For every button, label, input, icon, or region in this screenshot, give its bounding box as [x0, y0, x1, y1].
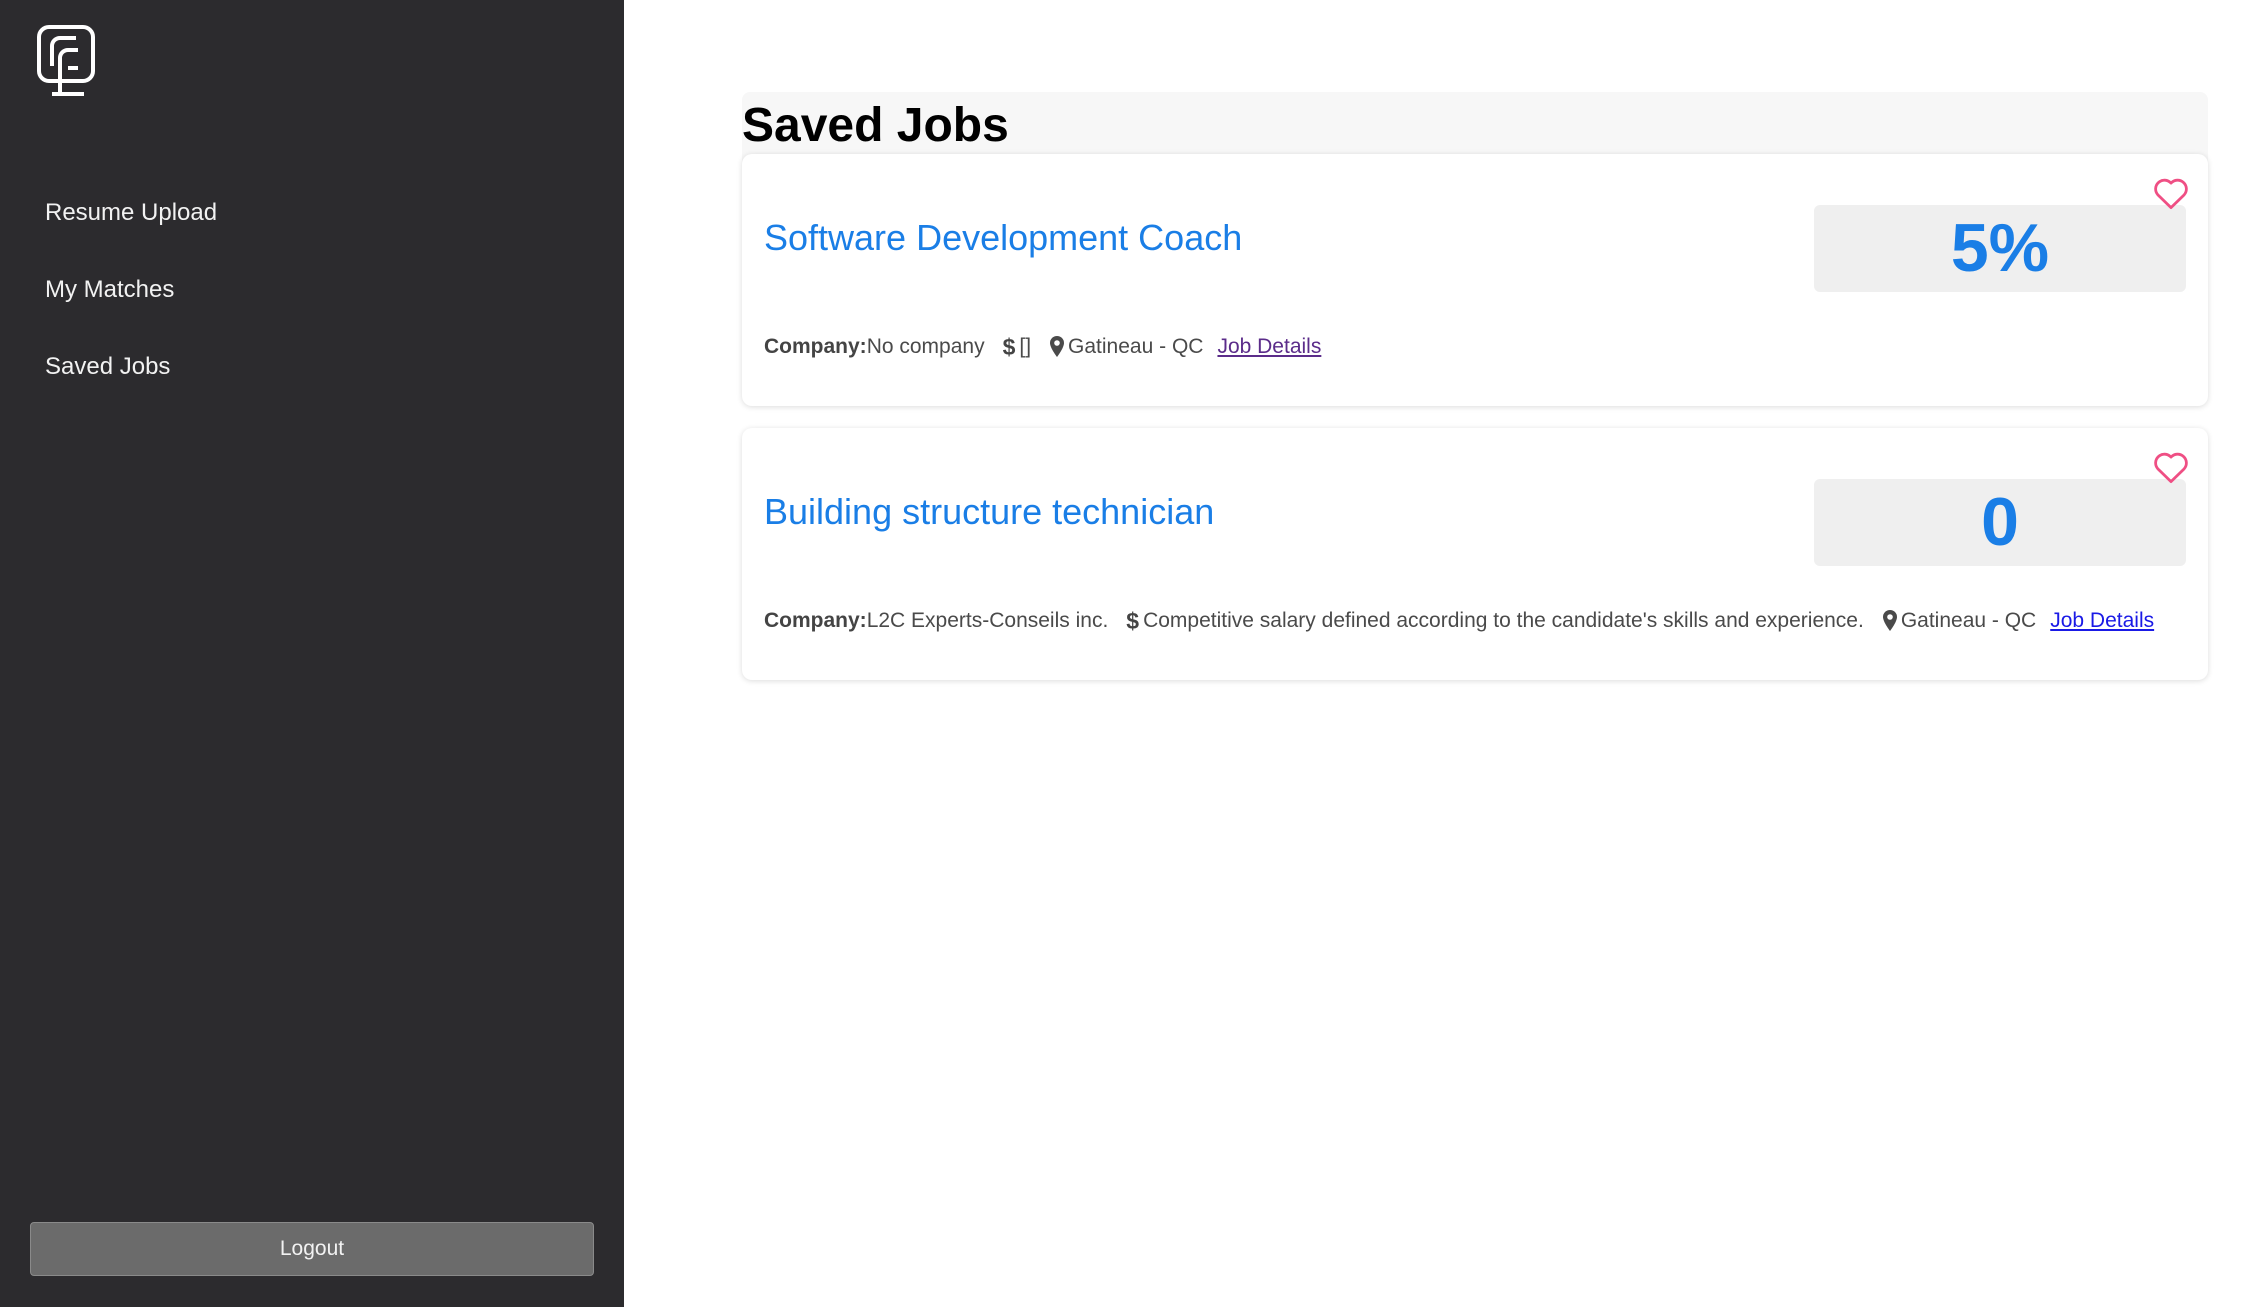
- job-card: Software Development Coach 5% Company: N…: [742, 154, 2208, 406]
- sidebar-item-my-matches[interactable]: My Matches: [45, 273, 217, 307]
- job-card: Building structure technician 0 Company:…: [742, 428, 2208, 680]
- company-label: Company:: [764, 335, 867, 358]
- page-title: Saved Jobs: [742, 99, 1009, 152]
- job-details-link[interactable]: Job Details: [2050, 606, 2154, 636]
- match-score-box: 5%: [1814, 205, 2186, 292]
- map-pin-icon: [1882, 610, 1897, 631]
- main-content: Saved Jobs Software Development Coach 5%…: [624, 0, 2252, 1307]
- sidebar-item-saved-jobs[interactable]: Saved Jobs: [45, 350, 217, 384]
- match-score-box: 0: [1814, 479, 2186, 566]
- job-meta: Company: L2C Experts-Conseils inc. $ Com…: [764, 606, 2154, 636]
- company-label: Company:: [764, 609, 867, 632]
- dollar-icon: $: [1002, 334, 1016, 360]
- sidebar-nav: Resume Upload My Matches Saved Jobs: [45, 196, 217, 427]
- location: Gatineau - QC: [1068, 335, 1204, 358]
- heart-icon[interactable]: [2152, 450, 2190, 484]
- dollar-icon: $: [1126, 608, 1140, 634]
- company-name: L2C Experts-Conseils inc.: [866, 609, 1109, 632]
- match-score: 0: [1981, 484, 2019, 560]
- company-name: No company: [866, 335, 985, 358]
- salary: Competitive salary defined according to …: [1143, 609, 1864, 632]
- job-title[interactable]: Software Development Coach: [764, 216, 1242, 260]
- logout-button[interactable]: Logout: [30, 1222, 594, 1276]
- sidebar-item-resume-upload[interactable]: Resume Upload: [45, 196, 217, 230]
- job-title[interactable]: Building structure technician: [764, 490, 1214, 534]
- sidebar: Resume Upload My Matches Saved Jobs Logo…: [0, 0, 624, 1307]
- match-score: 5%: [1950, 210, 2050, 286]
- job-details-link[interactable]: Job Details: [1217, 332, 1321, 362]
- heart-icon[interactable]: [2152, 176, 2190, 210]
- salary: []: [1019, 335, 1032, 358]
- job-meta: Company: No company $ [] Gatineau - QC J…: [764, 332, 1321, 362]
- location: Gatineau - QC: [1900, 609, 2037, 632]
- app-logo-icon[interactable]: [36, 24, 98, 102]
- app: Resume Upload My Matches Saved Jobs Logo…: [0, 0, 2252, 1307]
- map-pin-icon: [1050, 336, 1065, 357]
